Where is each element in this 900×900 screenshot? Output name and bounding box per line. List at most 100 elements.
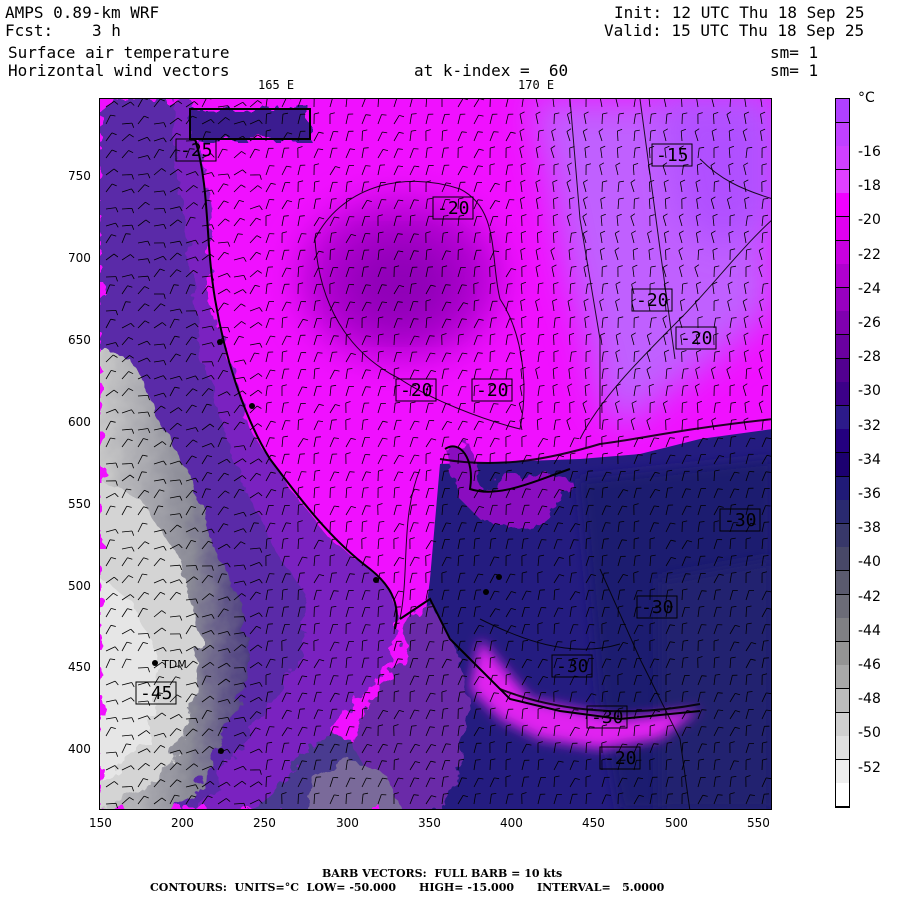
svg-text:-20: -20	[636, 290, 669, 311]
wind-barb-flag	[715, 589, 721, 591]
wind-barb	[361, 130, 363, 142]
y-tick-label: 400	[68, 742, 91, 756]
contour-label: -20	[471, 378, 513, 402]
field-title-wind: Horizontal wind vectors	[8, 61, 230, 80]
wind-barb	[345, 793, 347, 805]
wind-barb	[297, 504, 299, 516]
wind-barb-flag	[445, 284, 451, 286]
wind-barb	[137, 667, 149, 669]
field-title-temperature: Surface air temperature	[8, 43, 230, 62]
colorbar-label: -26	[858, 315, 881, 331]
contour-label: -45	[135, 681, 177, 705]
wind-barb-flag	[621, 658, 627, 660]
colorbar-label: -32	[858, 417, 881, 434]
colorbar-swatch	[836, 665, 849, 690]
wind-barb-flag	[413, 522, 419, 524]
wind-barb-flag	[571, 572, 577, 574]
colorbar-swatch	[836, 594, 849, 619]
wind-barb-flag	[363, 147, 369, 149]
x-tick-label: 200	[171, 816, 194, 830]
wind-barb	[457, 623, 459, 635]
station-marker	[249, 403, 255, 409]
wind-barb	[265, 113, 267, 125]
svg-text:-25: -25	[180, 140, 213, 161]
svg-text:-30: -30	[591, 707, 624, 728]
wind-barb-flag	[603, 538, 609, 540]
svg-text:-20: -20	[604, 748, 637, 769]
barb-legend: BARB VECTORS: FULL BARB = 10 kts	[322, 867, 563, 880]
svg-text:-30: -30	[724, 510, 757, 531]
colorbar-swatch	[836, 429, 849, 454]
wind-barb-flag	[653, 743, 659, 745]
colorbar-label: -22	[858, 246, 881, 263]
wind-barb-flag	[539, 164, 545, 166]
colorbar-swatch	[836, 169, 849, 194]
station-marker	[217, 339, 223, 345]
colorbar-swatch	[836, 193, 849, 218]
wind-barb	[185, 565, 197, 567]
colorbar-swatch	[836, 311, 849, 336]
wind-barb-flag	[285, 573, 291, 575]
colorbar-swatch	[836, 523, 849, 548]
wind-barb-flag	[701, 590, 707, 592]
wind-barb	[121, 463, 133, 465]
y-tick-label: 550	[68, 497, 91, 511]
wind-barb-flag	[603, 640, 609, 642]
wind-barb-flag	[365, 624, 371, 626]
wind-barb-flag	[683, 368, 689, 370]
svg-text:-20: -20	[476, 380, 509, 401]
wind-barb-flag	[507, 334, 513, 336]
contour-label: -30	[586, 705, 628, 729]
wind-barb-flag	[635, 385, 641, 387]
colorbar-swatch	[836, 405, 849, 430]
map-canvas: TDM -15 -20 -20 -20 -20 -20 -30 -30 -30 …	[100, 99, 771, 809]
x-tick-label: 450	[582, 816, 605, 830]
colorbar-swatch	[836, 712, 849, 737]
y-tick-label: 700	[68, 251, 91, 265]
wind-barb-flag	[493, 403, 499, 405]
wind-barb	[585, 742, 587, 754]
station-marker	[218, 748, 224, 754]
x-tick-label: 250	[253, 816, 276, 830]
contour-legend: CONTOURS: UNITS=°C LOW= -50.000 HIGH= -1…	[150, 881, 665, 894]
colorbar-swatch	[836, 618, 849, 643]
wind-barb-flag	[365, 165, 371, 167]
wind-barb-flag	[315, 198, 321, 200]
colorbar-swatch	[836, 240, 849, 265]
wind-barb	[233, 667, 245, 669]
wind-barb-flag	[573, 709, 579, 711]
colorbar-label: -18	[858, 178, 881, 195]
wind-barb	[377, 606, 379, 618]
wind-barb-flag	[429, 335, 435, 337]
wind-barb-flag	[125, 301, 131, 303]
wind-barb-flag	[589, 488, 595, 490]
colorbar-label: -42	[858, 588, 881, 605]
wind-barb-flag	[253, 522, 259, 524]
station-label-tdm: TDM	[161, 658, 187, 671]
wind-barb	[585, 334, 587, 346]
forecast-value: 3 h	[92, 21, 121, 40]
station-marker	[483, 589, 489, 595]
wind-barb	[121, 786, 133, 788]
wind-barb-flag	[395, 181, 401, 183]
contour-label: -20	[631, 288, 673, 312]
wind-barb	[601, 113, 603, 125]
colorbar-label: -30	[858, 383, 881, 400]
x-tick-label: 300	[336, 816, 359, 830]
colorbar-label: -20	[858, 212, 881, 229]
smoothing-2: sm= 1	[770, 61, 819, 80]
colorbar-label: -40	[858, 554, 881, 571]
wind-barb-flag	[331, 198, 337, 200]
wind-barb	[137, 633, 149, 635]
wind-barb-flag	[701, 675, 707, 677]
wind-barb-flag	[267, 589, 273, 591]
contour-label: -30	[551, 654, 593, 678]
contour-label: -30	[636, 595, 678, 619]
wind-barb	[633, 470, 635, 482]
wind-barb-flag	[299, 215, 305, 217]
colorbar-swatch	[836, 736, 849, 761]
colorbar-swatch	[836, 358, 849, 383]
wind-barb-flag	[397, 658, 403, 660]
wind-barb	[297, 419, 299, 431]
y-tick-label: 750	[68, 169, 91, 183]
